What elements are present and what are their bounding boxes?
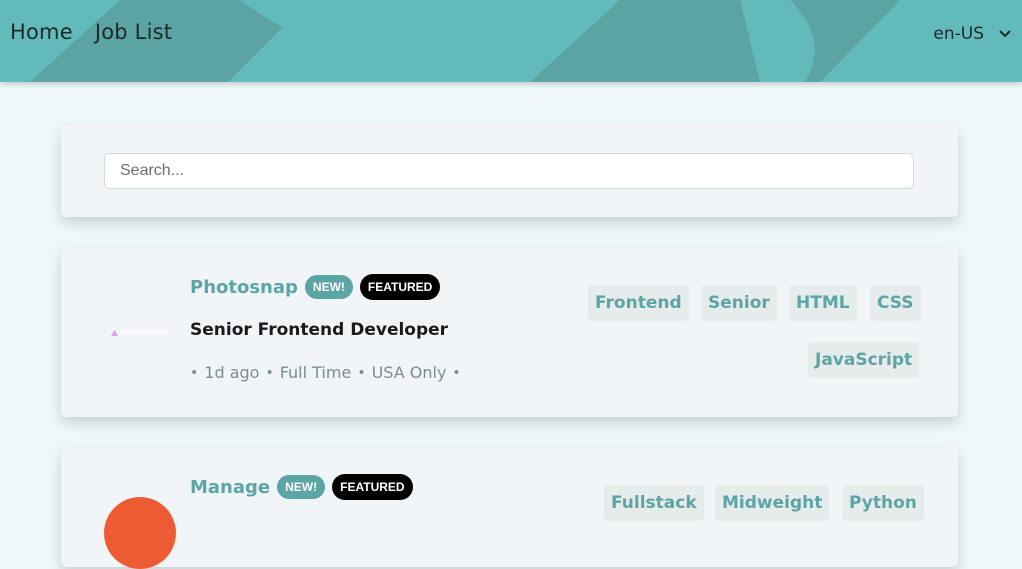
- search-card: [61, 125, 958, 217]
- featured-badge: FEATURED: [332, 474, 413, 500]
- tag-midweight[interactable]: Midweight: [715, 485, 830, 521]
- job-contract: Full Time: [279, 363, 352, 382]
- tag-senior[interactable]: Senior: [701, 285, 777, 321]
- tag-frontend[interactable]: Frontend: [588, 285, 689, 321]
- job-meta: • 1d ago • Full Time • USA Only •: [190, 363, 461, 382]
- company-logo: PHOTOSNAP: [104, 297, 176, 369]
- new-badge: NEW!: [277, 475, 326, 499]
- top-header: Home Job List en-US: [0, 0, 1022, 82]
- language-value: en-US: [933, 24, 984, 44]
- job-location: USA Only: [371, 363, 447, 382]
- chevron-down-icon: [999, 30, 1011, 38]
- company-name[interactable]: Manage: [190, 477, 270, 498]
- tag-fullstack[interactable]: Fullstack: [604, 485, 704, 521]
- company-name[interactable]: Photosnap: [190, 277, 298, 298]
- tag-python[interactable]: Python: [842, 485, 924, 521]
- photosnap-logo-icon: [110, 330, 118, 336]
- search-input[interactable]: [104, 153, 914, 189]
- main-nav: Home Job List: [10, 20, 172, 44]
- company-logo: [104, 497, 176, 569]
- tag-css[interactable]: CSS: [870, 285, 921, 321]
- featured-badge: FEATURED: [359, 274, 441, 300]
- job-position-title[interactable]: Senior Frontend Developer: [190, 320, 448, 340]
- new-badge: NEW!: [304, 275, 353, 299]
- tag-javascript[interactable]: JavaScript: [808, 342, 920, 378]
- job-card[interactable]: Manage NEW! FEATURED Fullstack Midweight…: [61, 447, 958, 569]
- tag-html[interactable]: HTML: [789, 285, 857, 321]
- job-posted: 1d ago: [204, 363, 260, 382]
- company-row: Photosnap NEW! FEATURED: [190, 274, 441, 300]
- language-select[interactable]: en-US: [933, 24, 1012, 44]
- company-row: Manage NEW! FEATURED: [190, 474, 413, 500]
- job-card[interactable]: PHOTOSNAP Photosnap NEW! FEATURED Senior…: [61, 247, 958, 417]
- nav-job-list-link[interactable]: Job List: [95, 20, 172, 44]
- nav-home-link[interactable]: Home: [10, 20, 73, 44]
- logo-text: PHOTOSNAP: [120, 329, 170, 337]
